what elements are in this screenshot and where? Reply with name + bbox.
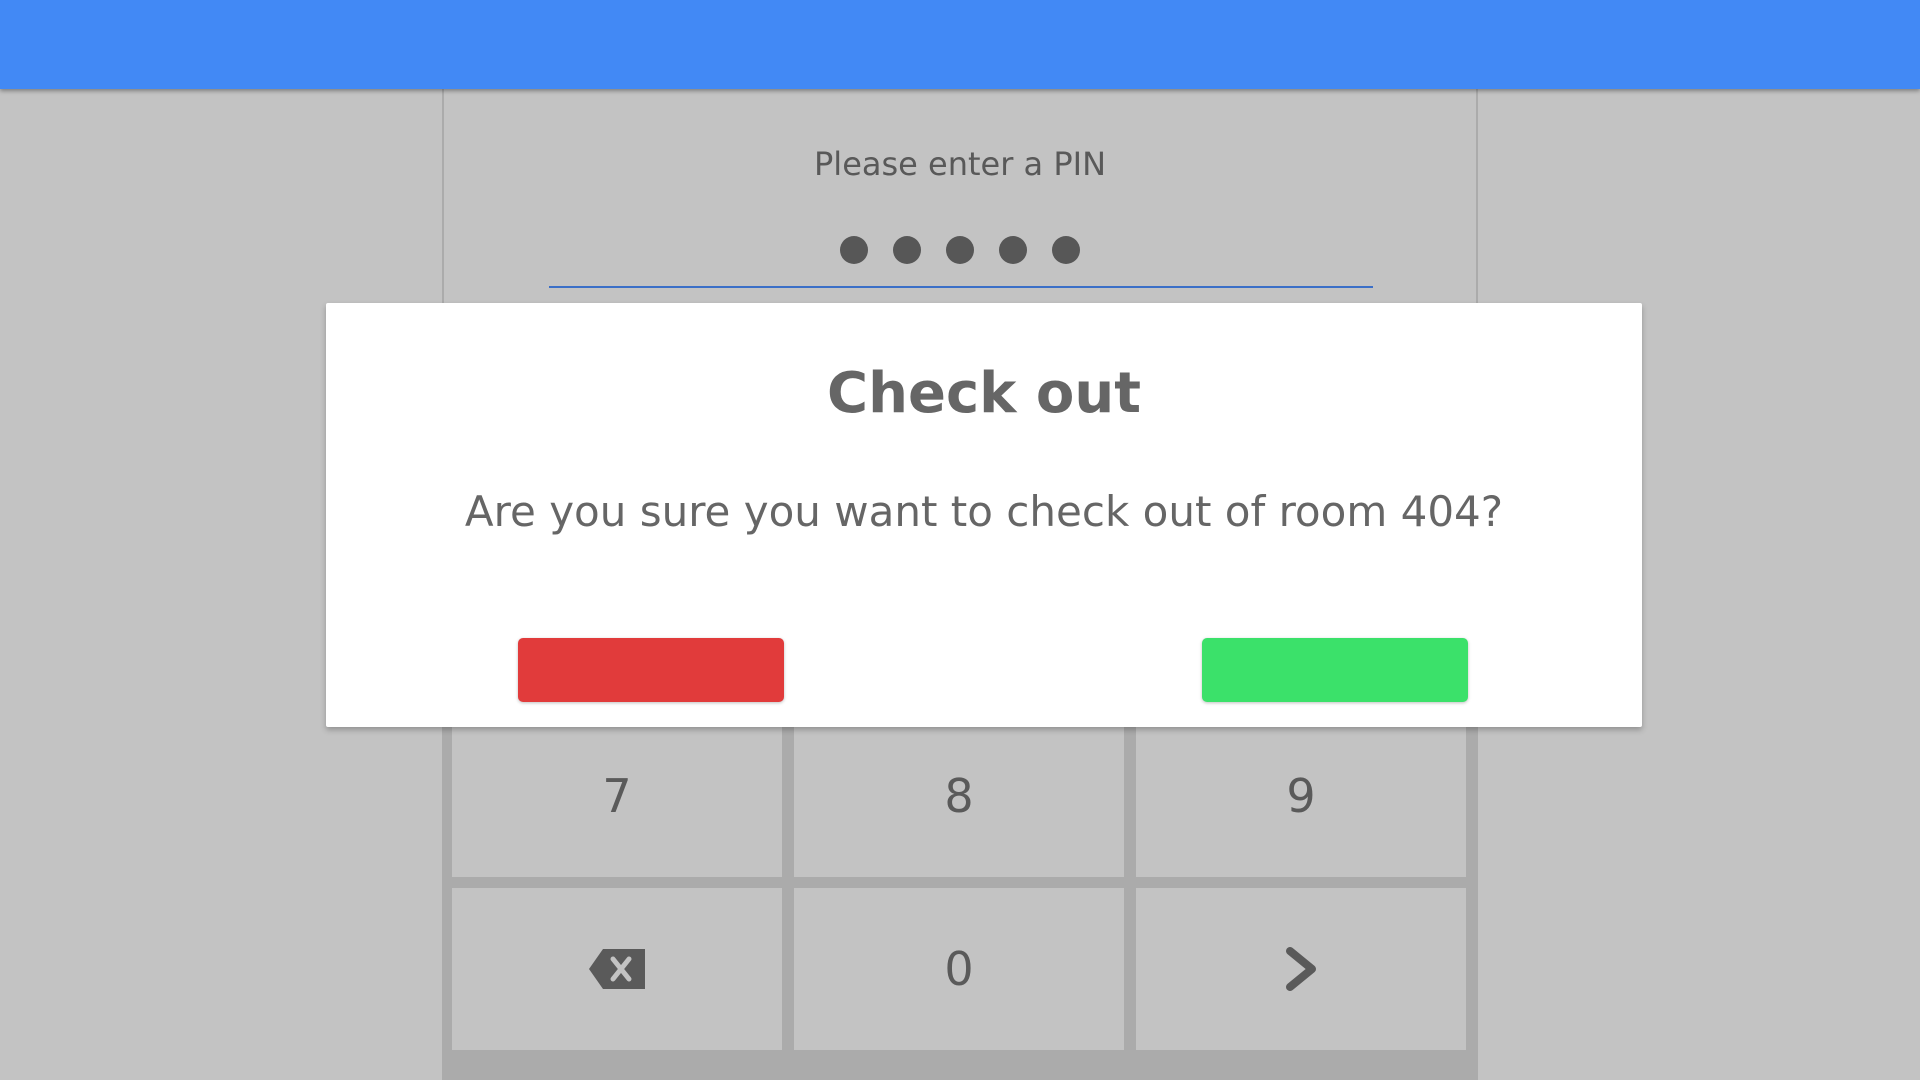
pin-dot <box>999 236 1027 264</box>
pin-dot <box>946 236 974 264</box>
pin-dot <box>893 236 921 264</box>
backspace-icon <box>589 949 645 989</box>
top-app-bar <box>0 0 1920 89</box>
pin-input-underline <box>549 286 1373 288</box>
confirm-button[interactable] <box>1202 638 1468 702</box>
key-0[interactable]: 0 <box>786 880 1132 1058</box>
key-7[interactable]: 7 <box>444 707 790 885</box>
checkout-dialog: Check out Are you sure you want to check… <box>326 303 1642 727</box>
keypad: 7 8 9 0 <box>444 707 1474 1058</box>
key-submit[interactable] <box>1128 880 1474 1058</box>
pin-prompt: Please enter a PIN <box>814 145 1106 183</box>
key-9[interactable]: 9 <box>1128 707 1474 885</box>
pin-dot <box>1052 236 1080 264</box>
pin-dots <box>444 236 1476 264</box>
key-label: 9 <box>1286 769 1316 823</box>
cancel-button[interactable] <box>518 638 784 702</box>
chevron-right-icon <box>1286 947 1316 991</box>
dialog-title: Check out <box>827 361 1141 426</box>
key-label: 0 <box>944 942 974 996</box>
key-backspace[interactable] <box>444 880 790 1058</box>
pin-dot <box>840 236 868 264</box>
key-label: 8 <box>944 769 974 823</box>
key-8[interactable]: 8 <box>786 707 1132 885</box>
key-label: 7 <box>602 769 632 823</box>
dialog-message: Are you sure you want to check out of ro… <box>464 487 1504 536</box>
